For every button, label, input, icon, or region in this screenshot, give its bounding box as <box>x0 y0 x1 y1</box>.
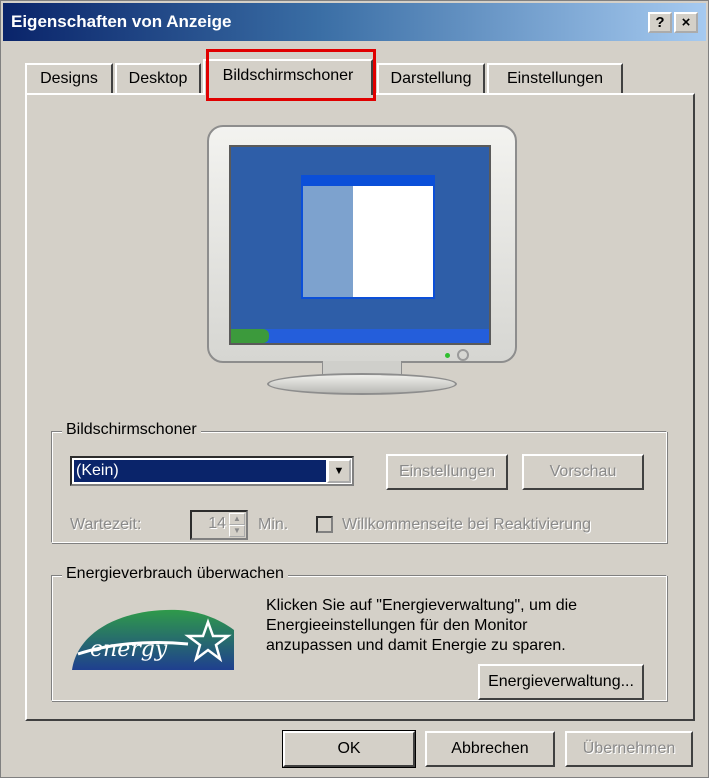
tab-panel-screensaver: Bildschirmschoner (Kein) ▼ Einstellungen… <box>25 93 695 721</box>
monitor-stand-base <box>267 373 457 395</box>
close-button[interactable]: × <box>674 12 698 33</box>
monitor-preview <box>207 125 517 395</box>
power-management-button[interactable]: Energieverwaltung... <box>478 664 644 700</box>
screensaver-select[interactable]: (Kein) ▼ <box>70 456 354 486</box>
welcome-screen-checkbox[interactable] <box>316 516 333 533</box>
preview-taskbar <box>231 329 489 343</box>
energy-description-line-1: Klicken Sie auf "Energieverwaltung", um … <box>266 597 578 614</box>
preview-explorer-window <box>301 175 435 299</box>
tab-bildschirmschoner[interactable]: Bildschirmschoner <box>203 59 373 95</box>
energy-description: Klicken Sie auf "Energieverwaltung", um … <box>266 596 666 656</box>
display-properties-dialog: Eigenschaften von Anzeige ? × Designs De… <box>0 0 709 778</box>
screensaver-group: Bildschirmschoner (Kein) ▼ Einstellungen… <box>51 421 667 543</box>
apply-button[interactable]: Übernehmen <box>565 731 693 767</box>
tab-darstellung[interactable]: Darstellung <box>377 63 485 95</box>
energy-logo-text: energy <box>90 637 168 662</box>
energy-group: Energieverbrauch überwachen energy Klick… <box>51 565 667 701</box>
tab-designs[interactable]: Designs <box>25 63 113 95</box>
chevron-down-icon[interactable]: ▼ <box>327 459 351 483</box>
monitor-led <box>445 353 450 358</box>
tab-desktop[interactable]: Desktop <box>115 63 201 95</box>
welcome-screen-label: Willkommenseite bei Reaktivierung <box>342 516 591 533</box>
wait-unit-label: Min. <box>258 516 289 533</box>
ok-button[interactable]: OK <box>282 730 416 768</box>
screensaver-settings-button[interactable]: Einstellungen <box>386 454 508 490</box>
energy-description-line-3: anzupassen und damit Energie zu sparen. <box>266 637 566 654</box>
monitor-power-button-icon <box>457 349 469 361</box>
window-title: Eigenschaften von Anzeige <box>11 12 232 31</box>
wait-time-spinner[interactable]: 14 ▲ ▼ <box>190 510 248 540</box>
preview-start-button <box>231 329 269 343</box>
spin-down-icon[interactable]: ▼ <box>229 525 245 537</box>
screensaver-preview-button[interactable]: Vorschau <box>522 454 644 490</box>
help-button[interactable]: ? <box>648 12 672 33</box>
screensaver-selected-value: (Kein) <box>74 460 326 482</box>
preview-screen <box>229 145 491 345</box>
wait-time-value: 14 <box>208 515 226 532</box>
cancel-button[interactable]: Abbrechen <box>425 731 555 767</box>
spin-up-icon[interactable]: ▲ <box>229 513 245 525</box>
tab-einstellungen[interactable]: Einstellungen <box>487 63 623 95</box>
title-bar[interactable]: Eigenschaften von Anzeige ? × <box>3 3 706 41</box>
monitor-bezel <box>207 125 517 363</box>
energy-description-line-2: Energieeinstellungen für den Monitor <box>266 617 528 634</box>
wait-label: Wartezeit: <box>70 516 142 533</box>
energy-star-logo-icon: energy <box>72 609 234 670</box>
energy-group-label: Energieverbrauch überwachen <box>62 565 288 583</box>
screensaver-group-label: Bildschirmschoner <box>62 421 201 439</box>
